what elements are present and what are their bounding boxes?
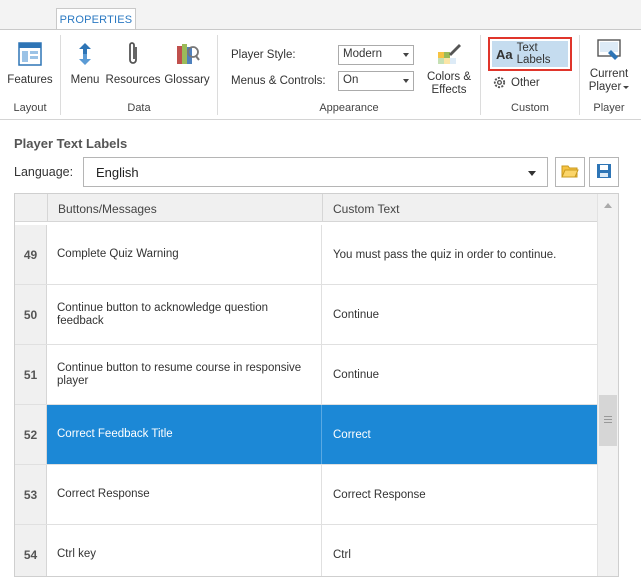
ribbon: Features Layout Menu Resources Glossary … [0,29,641,120]
floppy-disk-icon [596,163,612,182]
custom-text-cell[interactable]: Continue [322,345,597,404]
menu-button[interactable]: Menu [69,40,101,86]
custom-text-cell[interactable]: Correct Response [322,465,597,524]
glossary-label: Glossary [164,74,210,86]
player-style-label: Player Style: [231,49,296,61]
vertical-scrollbar[interactable] [597,194,618,576]
custom-group-label: Custom [511,102,549,114]
custom-text-cell[interactable]: Correct [322,405,597,464]
menus-controls-value: On [343,74,359,86]
chevron-down-icon [528,171,536,176]
message-cell[interactable]: Correct Response [47,465,322,524]
menus-controls-label: Menus & Controls: [231,75,326,87]
menus-controls-select[interactable]: On [338,71,414,91]
language-value: English [96,165,139,180]
text-labels-button[interactable]: Aa Text Labels [488,37,572,71]
features-icon [16,40,44,68]
row-number: 52 [15,405,47,464]
player-style-value: Modern [343,48,382,60]
table-row[interactable]: 51 Continue button to resume course in re… [15,345,597,405]
resources-label: Resources [105,74,161,86]
layout-group-label: Layout [13,102,47,114]
resources-button[interactable]: Resources [106,40,160,86]
colors-effects-button[interactable]: Colors & Effects [422,40,476,97]
menu-arrows-icon [71,40,99,68]
features-label: Features [7,74,53,86]
language-select[interactable]: English [83,157,548,187]
text-labels-icon: Aa [496,46,513,62]
player-group-label: Player [593,102,625,114]
table-row[interactable]: 49 Complete Quiz Warning You must pass the… [15,225,597,285]
other-button[interactable]: Other [492,75,540,90]
menu-label: Menu [70,74,100,86]
column-header-messages[interactable]: Buttons/Messages [47,194,322,222]
table-row[interactable]: 50 Continue button to acknowledge questio… [15,285,597,345]
custom-text-cell[interactable]: You must pass the quiz in order to conti… [322,225,597,284]
grip-line [604,416,612,417]
player-style-select[interactable]: Modern [338,45,414,65]
palette-icon [435,40,463,68]
grid-header: Buttons/Messages Custom Text [15,194,597,222]
text-labels-label: Text Labels [516,42,551,66]
folder-icon [561,163,579,182]
appearance-group-label: Appearance [319,102,379,114]
text-labels-grid: Buttons/Messages Custom Text 49 Complete … [14,193,619,577]
language-label: Language: [14,165,74,179]
colors-effects-label-line2: Effects [431,84,467,96]
other-label: Other [511,76,540,89]
row-number: 50 [15,285,47,344]
current-player-label-text: Player [588,81,622,93]
row-number: 53 [15,465,47,524]
tab-properties[interactable]: PROPERTIES [56,8,136,30]
table-row[interactable]: 54 Ctrl key Ctrl [15,525,597,576]
current-player-label-line2: Player [589,81,630,94]
gear-icon [492,75,507,90]
colors-effects-label-line1: Colors & [426,71,472,83]
paperclip-icon [119,40,147,68]
books-icon [173,40,201,68]
message-cell[interactable]: Continue button to acknowledge question … [47,285,322,344]
current-player-label-line1: Current [589,68,629,80]
features-button[interactable]: Features [7,40,53,86]
row-number: 49 [15,225,47,284]
row-number: 54 [15,525,47,576]
ribbon-tabstrip: PROPERTIES [0,0,641,30]
chevron-down-icon [403,79,409,83]
scrollbar-thumb[interactable] [599,395,617,446]
column-header-custom-text[interactable]: Custom Text [322,194,597,222]
data-group-label: Data [127,102,151,114]
chevron-down-icon [403,53,409,57]
player-icon [595,36,623,64]
message-cell[interactable]: Ctrl key [47,525,322,576]
glossary-button[interactable]: Glossary [164,40,210,86]
grip-line [604,419,612,420]
table-row[interactable]: 52 Correct Feedback Title Correct [15,405,597,465]
message-cell[interactable]: Continue button to resume course in resp… [47,345,322,404]
message-cell[interactable]: Correct Feedback Title [47,405,322,464]
chevron-down-icon [623,86,630,89]
grip-line [604,422,612,423]
message-cell[interactable]: Complete Quiz Warning [47,225,322,284]
current-player-button[interactable]: Current Player [584,36,634,94]
row-number: 51 [15,345,47,404]
panel-title: Player Text Labels [14,136,128,151]
scroll-up-arrow-icon[interactable] [604,203,612,208]
save-button[interactable] [589,157,619,187]
custom-text-cell[interactable]: Continue [322,285,597,344]
open-folder-button[interactable] [555,157,585,187]
custom-text-cell[interactable]: Ctrl [322,525,597,576]
table-row[interactable]: 53 Correct Response Correct Response [15,465,597,525]
